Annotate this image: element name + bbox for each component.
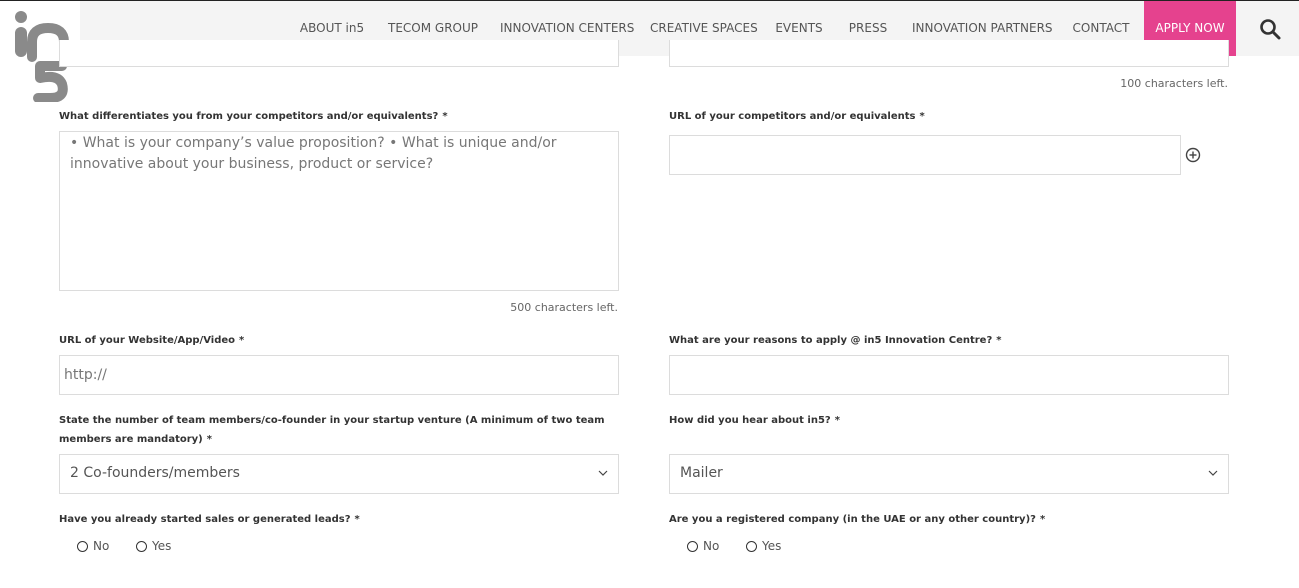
radio-label: No: [703, 539, 720, 553]
chevron-down-icon: [598, 470, 608, 476]
hear-about-label: How did you hear about in5? *: [669, 415, 840, 426]
registered-no-radio[interactable]: No: [687, 539, 719, 553]
sales-no-radio[interactable]: No: [77, 539, 109, 553]
competitor-url-input[interactable]: [669, 135, 1181, 175]
radio-circle[interactable]: [136, 540, 147, 552]
radio-circle[interactable]: [746, 540, 757, 552]
previous-field-right[interactable]: [669, 40, 1229, 67]
radio-label: Yes: [152, 539, 172, 553]
registered-label: Are you a registered company (in the UAE…: [669, 514, 1046, 525]
sales-label: Have you already started sales or genera…: [59, 514, 360, 525]
website-url-placeholder: http://: [64, 367, 107, 383]
differentiates-label: What differentiates you from your compet…: [59, 111, 448, 122]
search-icon[interactable]: [1258, 17, 1282, 41]
chevron-down-icon: [1208, 470, 1218, 476]
previous-field-left[interactable]: [59, 40, 619, 67]
char-counter-differentiates: 500 characters left.: [510, 301, 618, 314]
website-url-input[interactable]: [59, 355, 619, 395]
team-members-label: State the number of team members/co-foun…: [59, 415, 605, 445]
radio-label: No: [93, 539, 110, 553]
hear-about-select[interactable]: [669, 454, 1229, 494]
sales-yes-radio[interactable]: Yes: [136, 539, 171, 553]
add-url-icon[interactable]: [1185, 147, 1201, 163]
char-counter-top: 100 characters left.: [1120, 77, 1228, 90]
differentiates-placeholder: • What is your company’s value propositi…: [70, 135, 557, 172]
hear-about-value: Mailer: [680, 465, 723, 481]
registered-yes-radio[interactable]: Yes: [746, 539, 781, 553]
reasons-label: What are your reasons to apply @ in5 Inn…: [669, 335, 1002, 346]
website-url-label: URL of your Website/App/Video *: [59, 335, 245, 346]
competitor-url-label: URL of your competitors and/or equivalen…: [669, 111, 925, 122]
radio-label: Yes: [762, 539, 782, 553]
team-members-value: 2 Co-founders/members: [70, 465, 240, 481]
radio-circle[interactable]: [687, 540, 698, 552]
reasons-input[interactable]: [669, 355, 1229, 395]
radio-circle[interactable]: [77, 540, 88, 552]
